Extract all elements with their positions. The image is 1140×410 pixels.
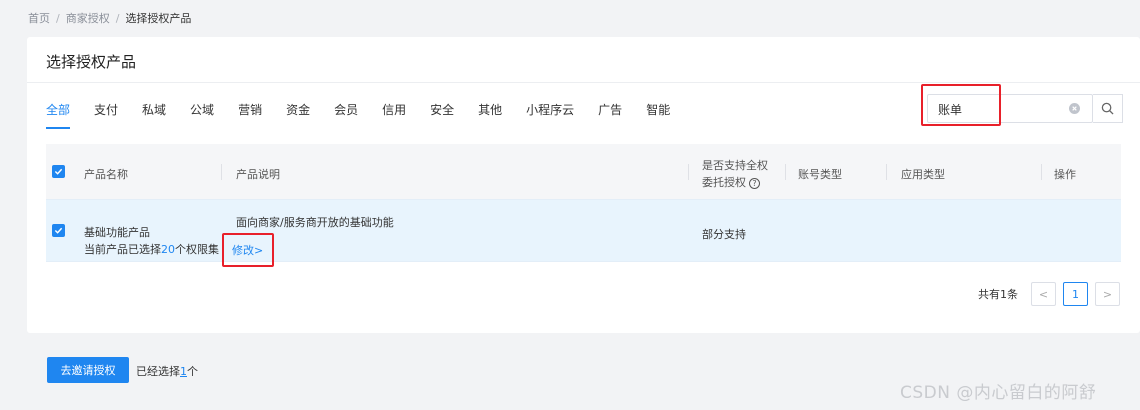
search-input[interactable] — [938, 100, 1068, 118]
tab-security[interactable]: 安全 — [430, 103, 454, 129]
column-divider — [785, 164, 786, 180]
category-tabs: 全部 支付 私域 公域 营销 资金 会员 信用 安全 其他 小程序云 广告 智能 — [46, 103, 694, 131]
header-product-description: 产品说明 — [236, 168, 280, 181]
breadcrumb-separator: / — [115, 11, 120, 25]
invite-authorization-button[interactable]: 去邀请授权 — [47, 357, 129, 383]
check-icon — [54, 168, 63, 175]
product-name: 基础功能产品 — [84, 226, 150, 239]
tab-membership[interactable]: 会员 — [334, 103, 358, 129]
selected-count[interactable]: 1 — [180, 365, 187, 378]
tab-marketing[interactable]: 营销 — [238, 103, 262, 129]
header-full-delegation-line1: 是否支持全权 — [702, 159, 768, 172]
table-row[interactable]: 基础功能产品 当前产品已选择20个权限集 面向商家/服务商开放的基础功能 修改>… — [46, 199, 1121, 262]
breadcrumb-current: 选择授权产品 — [125, 12, 192, 25]
tab-advertising[interactable]: 广告 — [598, 103, 622, 129]
tab-mini-program-cloud[interactable]: 小程序云 — [526, 103, 574, 129]
breadcrumb-parent[interactable]: 商家授权 — [66, 10, 110, 26]
breadcrumb-separator: / — [56, 11, 60, 25]
tab-public-domain[interactable]: 公域 — [190, 103, 214, 129]
search-button[interactable] — [1093, 94, 1123, 123]
tab-funds[interactable]: 资金 — [286, 103, 310, 129]
tab-all[interactable]: 全部 — [46, 103, 71, 129]
selected-prefix: 已经选择 — [136, 365, 180, 378]
header-product-name: 产品名称 — [84, 168, 128, 181]
header-full-delegation: 是否支持全权 委托授权? — [702, 157, 768, 191]
pagination-total: 共有1条 — [978, 288, 1018, 301]
search-box — [927, 94, 1093, 123]
column-divider — [1041, 164, 1042, 180]
check-icon — [54, 227, 63, 234]
page-number[interactable]: 1 — [1063, 282, 1088, 306]
page-title: 选择授权产品 — [46, 53, 137, 71]
watermark: CSDN @内心留白的阿舒 — [900, 383, 1097, 403]
permission-scope-text: 当前产品已选择20个权限集 — [84, 241, 219, 257]
help-icon[interactable]: ? — [749, 177, 760, 189]
breadcrumb: 首页 / 商家授权 / 选择授权产品 — [28, 10, 191, 26]
next-page-button[interactable]: > — [1095, 282, 1120, 306]
tab-private-domain[interactable]: 私域 — [142, 103, 166, 129]
pagination: 共有1条 < 1 > — [978, 282, 1120, 306]
tab-credit[interactable]: 信用 — [382, 103, 406, 129]
column-divider — [688, 164, 689, 180]
column-divider — [221, 164, 222, 180]
header-actions: 操作 — [1054, 168, 1076, 181]
table-header: 产品名称 产品说明 是否支持全权 委托授权? 账号类型 应用类型 操作 — [46, 144, 1121, 199]
breadcrumb-home[interactable]: 首页 — [28, 10, 50, 26]
row-checkbox[interactable] — [52, 224, 65, 237]
tab-payment[interactable]: 支付 — [94, 103, 118, 129]
permission-count[interactable]: 20 — [161, 243, 175, 256]
selected-count-text: 已经选择1个 — [136, 363, 198, 379]
product-selection-card: 选择授权产品 全部 支付 私域 公域 营销 资金 会员 信用 安全 其他 小程序… — [27, 37, 1140, 333]
product-description: 面向商家/服务商开放的基础功能 — [236, 216, 394, 229]
header-app-type: 应用类型 — [901, 168, 945, 181]
header-account-type: 账号类型 — [798, 168, 842, 181]
tab-other[interactable]: 其他 — [478, 103, 502, 129]
divider — [27, 82, 1140, 83]
search-icon — [1101, 102, 1114, 115]
header-full-delegation-text: 委托授权 — [702, 176, 746, 189]
modify-link[interactable]: 修改> — [232, 242, 263, 258]
delegation-support: 部分支持 — [702, 228, 746, 241]
clear-icon[interactable] — [1069, 103, 1080, 114]
header-full-delegation-line2: 委托授权? — [702, 174, 768, 191]
select-all-checkbox[interactable] — [52, 165, 65, 178]
tab-intelligent[interactable]: 智能 — [646, 103, 670, 129]
products-table: 产品名称 产品说明 是否支持全权 委托授权? 账号类型 应用类型 操作 基础功能… — [46, 144, 1121, 262]
column-divider — [886, 164, 887, 180]
prev-page-button[interactable]: < — [1031, 282, 1056, 306]
selected-suffix: 个 — [187, 365, 198, 378]
permission-scope-suffix: 个权限集 — [175, 243, 219, 256]
permission-scope-prefix: 当前产品已选择 — [84, 243, 161, 256]
